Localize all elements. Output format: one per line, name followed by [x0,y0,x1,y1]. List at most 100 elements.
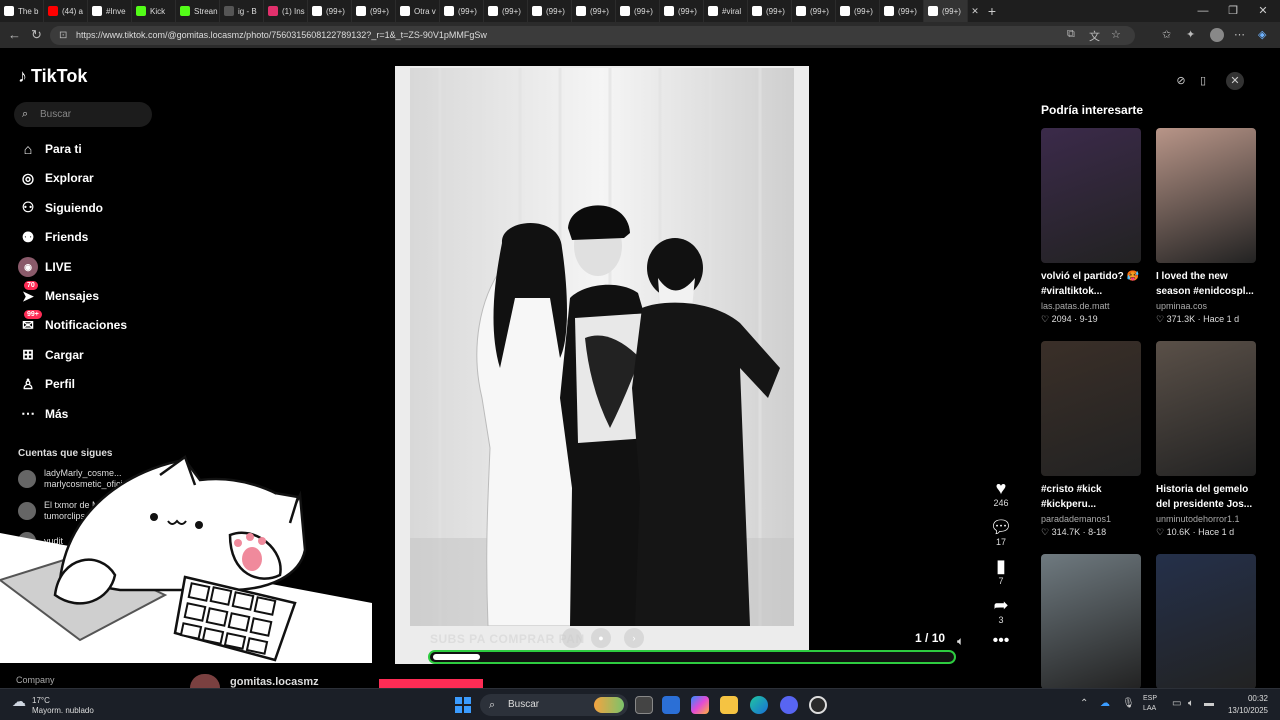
close-tab-icon[interactable]: ✕ [968,6,982,17]
reload-icon[interactable]: ↻ [31,27,42,43]
browser-tab[interactable]: (99+) [880,0,924,22]
sidebar-item-mensajes[interactable]: ➤ Mensajes 70 [18,281,99,307]
video-author[interactable]: unminutodehorror1.1 [1156,514,1256,524]
share-button[interactable]: ➦ 3 [988,595,1014,625]
post-photo[interactable] [410,68,794,626]
weather-widget[interactable]: ☁ 17°C Mayorm. nublado [12,694,94,716]
clock[interactable]: 00:32 13/10/2025 [1228,693,1268,717]
favorites-icon[interactable]: ✩ [1162,28,1171,41]
video-thumbnail[interactable] [1041,341,1141,476]
current-photo-dot[interactable]: ● [591,628,611,648]
sidebar-item-parati[interactable]: ⌂ Para ti [18,138,82,160]
browser-tab[interactable]: (99+) [836,0,880,22]
recommended-video[interactable]: I loved the new season #enidcospl... upmin… [1156,128,1256,325]
language-indicator[interactable]: ESP LAA [1143,694,1157,714]
close-window-button[interactable]: ✕ [1246,0,1280,22]
video-thumbnail[interactable] [1041,128,1141,263]
follow-button[interactable] [379,679,483,688]
tiktok-logo[interactable]: ♪ TikTok [18,66,87,87]
microphone-icon[interactable]: 🎙︎ [1122,698,1135,709]
prev-photo-dot[interactable] [562,628,582,648]
browser-tab[interactable]: (99+) [924,0,968,22]
compass-small-icon[interactable]: ⊘ [1172,72,1190,90]
browser-tab[interactable]: The b [0,0,44,22]
browser-tab[interactable]: Kick [132,0,176,22]
profile-avatar[interactable] [1210,28,1224,42]
browser-menu-icon[interactable]: ⋯ [1234,28,1245,41]
browser-tab[interactable]: (1) Ins [264,0,308,22]
company-link[interactable]: Company [16,675,55,685]
browser-tab[interactable]: Otra v [396,0,440,22]
sidebar-item-ms[interactable]: ⋯ Más [18,403,68,425]
volume-icon[interactable]: 🔈︎ [957,634,964,649]
monitor-icon[interactable]: ▭ [1172,698,1181,709]
translate-icon[interactable]: 文 [1089,28,1100,44]
video-author[interactable]: paradademanos1 [1041,514,1141,524]
sidebar-item-live[interactable]: ◉ LIVE [18,256,72,278]
sidebar-item-explorar[interactable]: ◎ Explorar [18,167,94,189]
volume-tray-icon[interactable]: 🔈︎ [1188,698,1194,709]
new-tab-button[interactable]: + [982,3,1002,19]
sidebar-item-friends[interactable]: ⚉ Friends [18,226,89,248]
comment-button[interactable]: 💬︎ 17 [988,517,1014,547]
back-icon[interactable]: ← [8,27,21,42]
taskbar-search[interactable]: ⌕ Buscar [480,694,628,716]
store-icon[interactable] [662,696,680,714]
favorite-star-icon[interactable]: ☆ [1111,28,1121,41]
minimize-button[interactable]: — [1186,0,1220,22]
browser-tab[interactable]: (99+) [616,0,660,22]
tray-chevron-icon[interactable]: ⌃ [1080,698,1088,709]
site-info-icon[interactable]: ⊡ [59,26,67,45]
browser-tab[interactable]: (99+) [528,0,572,22]
browser-tab[interactable]: (99+) [484,0,528,22]
video-thumbnail[interactable] [1041,554,1141,689]
browser-tab[interactable]: Strean [176,0,220,22]
video-author[interactable]: las.patas.de.matt [1041,301,1141,311]
install-app-icon[interactable]: ⧉ [1067,28,1075,41]
browser-tab[interactable]: (99+) [308,0,352,22]
browser-tab[interactable]: (44) a [44,0,88,22]
sidebar-item-perfil[interactable]: ♙ Perfil [18,373,75,395]
browser-tab[interactable]: ig - B [220,0,264,22]
more-options-icon[interactable]: ••• [988,632,1014,650]
browser-tab[interactable]: #Inve [88,0,132,22]
url-field[interactable]: ⊡ https://www.tiktok.com/@gomitas.locasm… [50,26,1135,45]
close-post-icon[interactable]: ✕ [1226,72,1244,90]
discord-icon[interactable] [780,696,798,714]
video-author[interactable]: upminaa.cos [1156,301,1256,311]
video-thumbnail[interactable] [1156,128,1256,263]
browser-tab[interactable]: (99+) [748,0,792,22]
video-thumbnail[interactable] [1156,341,1256,476]
copilot-app-icon[interactable] [691,696,709,714]
search-input[interactable]: ⌕ Buscar [14,102,152,127]
next-photo-button[interactable]: › [624,628,644,648]
phone-icon[interactable]: ▯ [1194,72,1212,90]
edge-icon[interactable] [750,696,768,714]
extensions-icon[interactable]: ✦ [1186,28,1195,41]
video-thumbnail[interactable] [1156,554,1256,689]
browser-tab[interactable]: (99+) [792,0,836,22]
recommended-video[interactable]: #cristo #kick #kickperu... paradademanos1 ♡… [1041,341,1141,538]
app-icon[interactable] [809,696,827,714]
save-button[interactable]: ▮ 7 [988,556,1014,586]
recommended-video[interactable] [1041,554,1141,689]
browser-tab[interactable]: (99+) [572,0,616,22]
task-view-icon[interactable] [635,696,653,714]
browser-tab[interactable]: #viral [704,0,748,22]
browser-tab[interactable]: (99+) [660,0,704,22]
browser-tab[interactable]: (99+) [440,0,484,22]
like-button[interactable]: ♥ 246 [988,478,1014,508]
file-explorer-icon[interactable] [720,696,738,714]
copilot-icon[interactable]: ◈ [1258,28,1266,41]
photo-progress-bar[interactable] [428,650,956,664]
recommended-video[interactable]: Historia del gemelo del presidente Jos...… [1156,341,1256,538]
sidebar-item-cargar[interactable]: ⊞ Cargar [18,344,84,366]
sidebar-item-siguiendo[interactable]: ⚇ Siguiendo [18,197,103,219]
author-username[interactable]: gomitas.locasmz [230,676,319,688]
battery-icon[interactable]: ▬ [1204,698,1214,709]
recommended-video[interactable] [1156,554,1256,689]
maximize-button[interactable]: ❐ [1216,0,1250,22]
recommended-video[interactable]: volvió el partido? 🥵 #viraltiktok... las.p… [1041,128,1141,325]
sidebar-item-notificaciones[interactable]: ✉ Notificaciones 99+ [18,310,127,336]
browser-tab[interactable]: (99+) [352,0,396,22]
